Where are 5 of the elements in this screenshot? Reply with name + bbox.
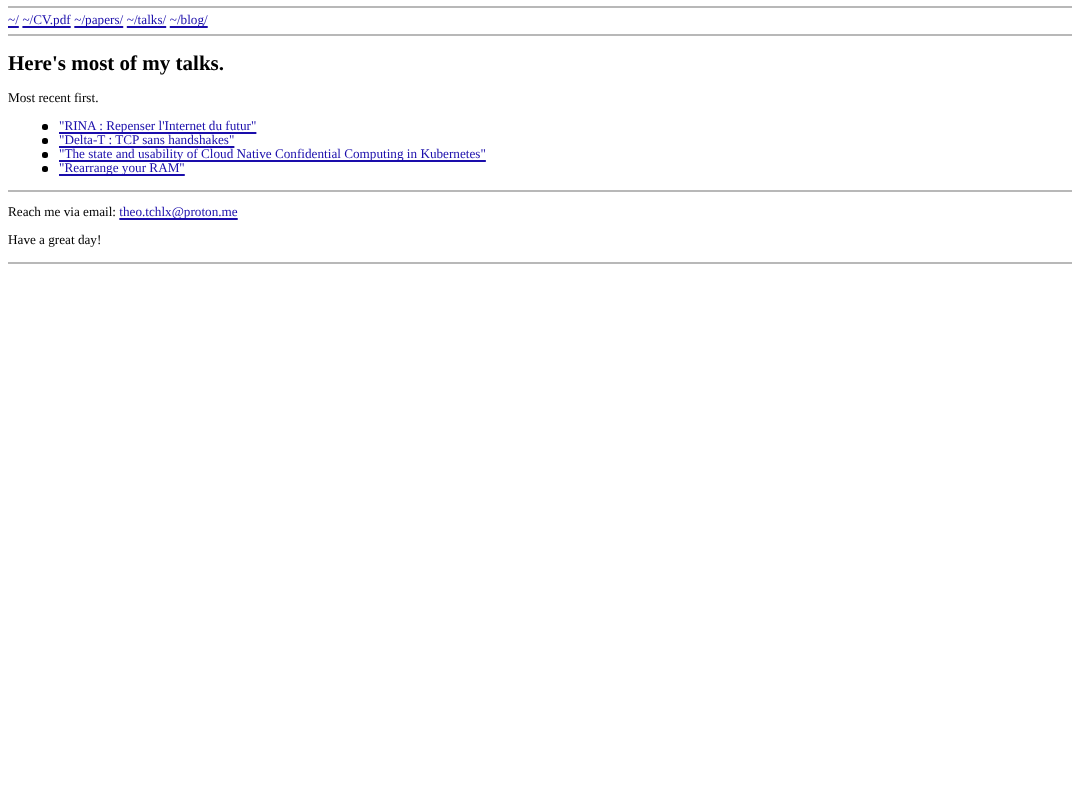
bullet-icon (42, 166, 47, 172)
bullet-icon (42, 138, 47, 144)
bullet-icon (42, 124, 47, 130)
page-heading: Here's most of my talks. (8, 54, 226, 76)
bullet-icon (42, 152, 47, 158)
